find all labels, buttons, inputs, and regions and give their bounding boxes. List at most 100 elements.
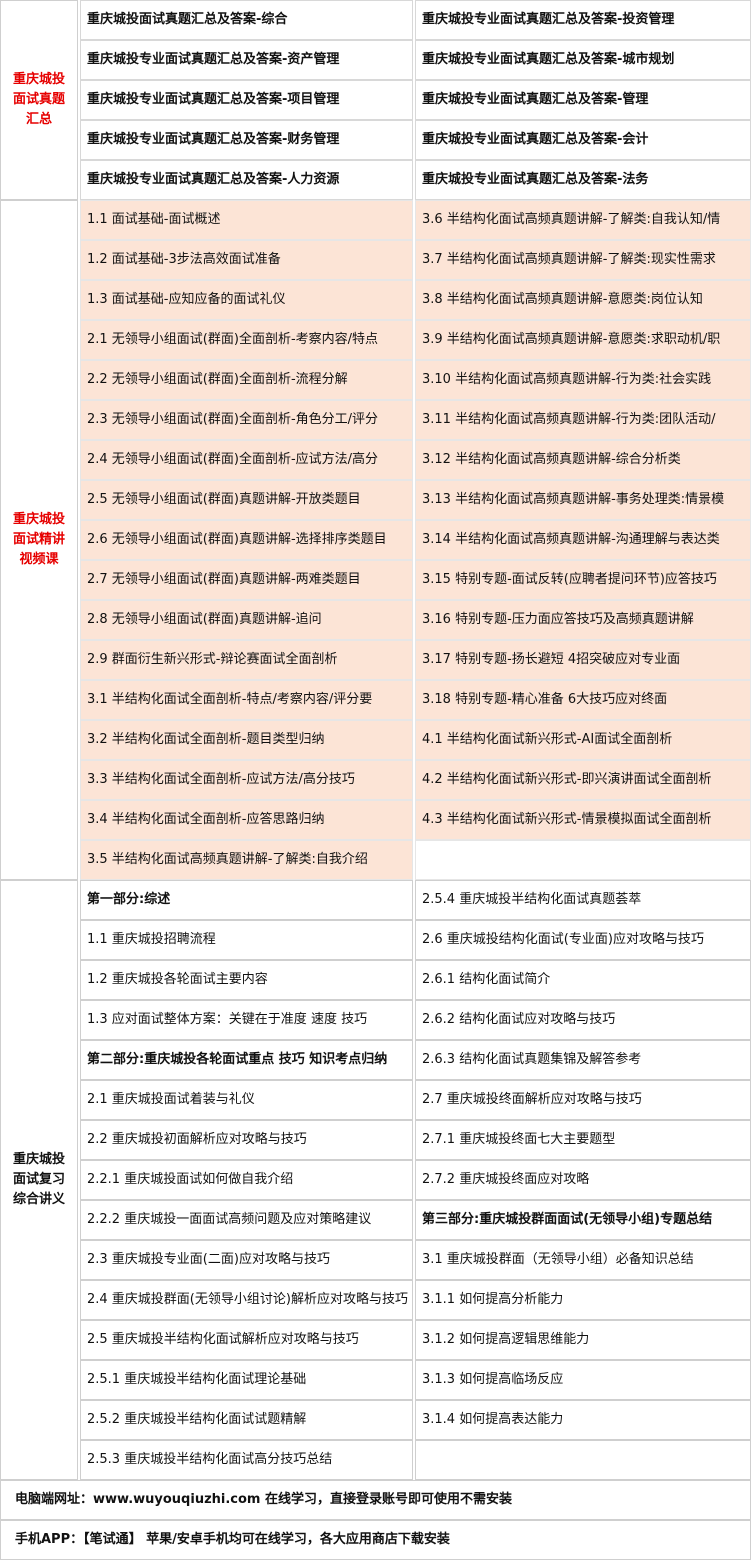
table-row: 2.2.1 重庆城投面试如何做自我介绍 2.7.2 重庆城投终面应对攻略 (78, 1160, 751, 1200)
course-item-link[interactable]: 2.6 重庆城投结构化面试(专业面)应对攻略与技巧 (415, 920, 751, 960)
course-item-link[interactable]: 重庆城投专业面试真题汇总及答案-资产管理 (80, 40, 413, 80)
course-item-link[interactable]: 2.5.2 重庆城投半结构化面试试题精解 (80, 1400, 413, 1440)
course-item-link[interactable]: 1.2 面试基础-3步法高效面试准备 (80, 240, 413, 280)
course-item-link[interactable]: 1.2 重庆城投各轮面试主要内容 (80, 960, 413, 1000)
table-row: 2.5 重庆城投半结构化面试解析应对攻略与技巧 3.1.2 如何提高逻辑思维能力 (78, 1320, 751, 1360)
table-row: 2.6 无领导小组面试(群面)真题讲解-选择排序类题目 3.14 半结构化面试高频… (78, 520, 751, 560)
course-item-link[interactable]: 3.1.3 如何提高临场反应 (415, 1360, 751, 1400)
course-item-link[interactable]: 2.7.1 重庆城投终面七大主要题型 (415, 1120, 751, 1160)
course-item-link[interactable]: 2.2.1 重庆城投面试如何做自我介绍 (80, 1160, 413, 1200)
course-item-link[interactable]: 3.5 半结构化面试高频真题讲解-了解类:自我介绍 (80, 840, 413, 880)
course-item-link[interactable]: 2.6 无领导小组面试(群面)真题讲解-选择排序类题目 (80, 520, 413, 560)
course-item-link[interactable]: 3.1.2 如何提高逻辑思维能力 (415, 1320, 751, 1360)
course-item-link[interactable]: 3.8 半结构化面试高频真题讲解-意愿类:岗位认知 (415, 280, 751, 320)
course-item-link[interactable]: 3.15 特别专题-面试反转(应聘者提问环节)应答技巧 (415, 560, 751, 600)
course-item-link[interactable]: 3.6 半结构化面试高频真题讲解-了解类:自我认知/情 (415, 200, 751, 240)
table-row: 2.9 群面衍生新兴形式-辩论赛面试全面剖析 3.17 特别专题-扬长避短 4招突… (78, 640, 751, 680)
course-item-link[interactable]: 重庆城投专业面试真题汇总及答案-项目管理 (80, 80, 413, 120)
course-item-link[interactable]: 2.5.1 重庆城投半结构化面试理论基础 (80, 1360, 413, 1400)
course-item-link[interactable]: 2.3 无领导小组面试(群面)全面剖析-角色分工/评分 (80, 400, 413, 440)
section-notes-list: 第一部分:综述 2.5.4 重庆城投半结构化面试真题荟萃 1.1 重庆城投招聘流程 2… (78, 880, 751, 1480)
course-item-link[interactable]: 重庆城投专业面试真题汇总及答案-投资管理 (415, 0, 751, 40)
section-video-list: 1.1 面试基础-面试概述 3.6 半结构化面试高频真题讲解-了解类:自我认知/情… (78, 200, 751, 880)
course-item-link[interactable]: 3.16 特别专题-压力面应答技巧及高频真题讲解 (415, 600, 751, 640)
course-item-link[interactable]: 3.12 半结构化面试高频真题讲解-综合分析类 (415, 440, 751, 480)
course-item-link[interactable]: 3.10 半结构化面试高频真题讲解-行为类:社会实践 (415, 360, 751, 400)
course-item-link[interactable]: 重庆城投专业面试真题汇总及答案-财务管理 (80, 120, 413, 160)
course-item-link[interactable]: 4.2 半结构化面试新兴形式-即兴演讲面试全面剖析 (415, 760, 751, 800)
course-item-link[interactable]: 2.6.2 结构化面试应对攻略与技巧 (415, 1000, 751, 1040)
course-item-link[interactable]: 2.7 无领导小组面试(群面)真题讲解-两难类题目 (80, 560, 413, 600)
course-item-link[interactable]: 重庆城投专业面试真题汇总及答案-人力资源 (80, 160, 413, 200)
table-row: 2.8 无领导小组面试(群面)真题讲解-追问 3.16 特别专题-压力面应答技巧及… (78, 600, 751, 640)
course-item-link[interactable]: 2.2 重庆城投初面解析应对攻略与技巧 (80, 1120, 413, 1160)
table-row: 3.4 半结构化面试全面剖析-应答思路归纳 4.3 半结构化面试新兴形式-情景模拟… (78, 800, 751, 840)
table-row: 1.1 重庆城投招聘流程 2.6 重庆城投结构化面试(专业面)应对攻略与技巧 (78, 920, 751, 960)
section-label-notes: 重庆城投 面试复习 综合讲义 (0, 880, 78, 1480)
course-item-link[interactable]: 2.3 重庆城投专业面(二面)应对攻略与技巧 (80, 1240, 413, 1280)
course-item-link[interactable]: 3.3 半结构化面试全面剖析-应试方法/高分技巧 (80, 760, 413, 800)
table-row: 3.3 半结构化面试全面剖析-应试方法/高分技巧 4.2 半结构化面试新兴形式-即… (78, 760, 751, 800)
course-item-link[interactable]: 2.1 重庆城投面试着装与礼仪 (80, 1080, 413, 1120)
course-item-link[interactable]: 4.3 半结构化面试新兴形式-情景模拟面试全面剖析 (415, 800, 751, 840)
course-item-link[interactable]: 2.5 重庆城投半结构化面试解析应对攻略与技巧 (80, 1320, 413, 1360)
course-item-link[interactable]: 2.4 重庆城投群面(无领导小组讨论)解析应对攻略与技巧 (80, 1280, 413, 1320)
course-item-link[interactable]: 3.1.1 如何提高分析能力 (415, 1280, 751, 1320)
course-item-link[interactable]: 2.2 无领导小组面试(群面)全面剖析-流程分解 (80, 360, 413, 400)
course-item-link[interactable]: 重庆城投专业面试真题汇总及答案-法务 (415, 160, 751, 200)
course-item-link[interactable]: 3.14 半结构化面试高频真题讲解-沟通理解与表达类 (415, 520, 751, 560)
table-row: 重庆城投专业面试真题汇总及答案-项目管理 重庆城投专业面试真题汇总及答案-管理 (78, 80, 751, 120)
course-item-link[interactable]: 重庆城投专业面试真题汇总及答案-管理 (415, 80, 751, 120)
course-item-link[interactable]: 2.1 无领导小组面试(群面)全面剖析-考察内容/特点 (80, 320, 413, 360)
course-item-link[interactable]: 2.5.4 重庆城投半结构化面试真题荟萃 (415, 880, 751, 920)
course-item-link[interactable]: 2.8 无领导小组面试(群面)真题讲解-追问 (80, 600, 413, 640)
course-item-link[interactable]: 3.18 特别专题-精心准备 6大技巧应对终面 (415, 680, 751, 720)
course-item-link[interactable]: 3.2 半结构化面试全面剖析-题目类型归纳 (80, 720, 413, 760)
course-item-link[interactable]: 第三部分:重庆城投群面面试(无领导小组)专题总结 (415, 1200, 751, 1240)
course-item-link[interactable]: 第一部分:综述 (80, 880, 413, 920)
course-item-link[interactable]: 1.3 面试基础-应知应备的面试礼仪 (80, 280, 413, 320)
table-row: 2.2.2 重庆城投一面面试高频问题及应对策略建议 第三部分:重庆城投群面面试(无… (78, 1200, 751, 1240)
course-item-link[interactable]: 2.5 无领导小组面试(群面)真题讲解-开放类题目 (80, 480, 413, 520)
course-item-link[interactable]: 3.17 特别专题-扬长避短 4招突破应对专业面 (415, 640, 751, 680)
course-catalog-table: 重庆城投 面试真题 汇总 重庆城投面试真题汇总及答案-综合 重庆城投专业面试真题汇… (0, 0, 751, 1560)
course-item-link[interactable]: 2.2.2 重庆城投一面面试高频问题及应对策略建议 (80, 1200, 413, 1240)
course-item-link[interactable]: 2.5.3 重庆城投半结构化面试高分技巧总结 (80, 1440, 413, 1480)
table-row: 2.4 重庆城投群面(无领导小组讨论)解析应对攻略与技巧 3.1.1 如何提高分析… (78, 1280, 751, 1320)
table-row: 1.2 面试基础-3步法高效面试准备 3.7 半结构化面试高频真题讲解-了解类:现… (78, 240, 751, 280)
course-item-link[interactable]: 重庆城投面试真题汇总及答案-综合 (80, 0, 413, 40)
course-item-link[interactable]: 2.7.2 重庆城投终面应对攻略 (415, 1160, 751, 1200)
course-item-link[interactable]: 3.13 半结构化面试高频真题讲解-事务处理类:情景模 (415, 480, 751, 520)
course-item-link[interactable]: 2.4 无领导小组面试(群面)全面剖析-应试方法/高分 (80, 440, 413, 480)
table-row: 3.2 半结构化面试全面剖析-题目类型归纳 4.1 半结构化面试新兴形式-AI面试… (78, 720, 751, 760)
course-item-link[interactable]: 1.1 重庆城投招聘流程 (80, 920, 413, 960)
course-item-link[interactable]: 3.9 半结构化面试高频真题讲解-意愿类:求职动机/职 (415, 320, 751, 360)
table-row: 1.1 面试基础-面试概述 3.6 半结构化面试高频真题讲解-了解类:自我认知/情 (78, 200, 751, 240)
course-item-link[interactable]: 2.9 群面衍生新兴形式-辩论赛面试全面剖析 (80, 640, 413, 680)
course-item-link[interactable]: 重庆城投专业面试真题汇总及答案-会计 (415, 120, 751, 160)
table-row: 2.4 无领导小组面试(群面)全面剖析-应试方法/高分 3.12 半结构化面试高频… (78, 440, 751, 480)
course-item-link[interactable]: 2.6.1 结构化面试简介 (415, 960, 751, 1000)
table-row: 3.5 半结构化面试高频真题讲解-了解类:自我介绍 (78, 840, 751, 880)
course-item-link[interactable]: 第二部分:重庆城投各轮面试重点 技巧 知识考点归纳 (80, 1040, 413, 1080)
course-item-link[interactable]: 3.7 半结构化面试高频真题讲解-了解类:现实性需求 (415, 240, 751, 280)
course-item-link[interactable]: 1.3 应对面试整体方案：关键在于准度 速度 技巧 (80, 1000, 413, 1040)
course-item-link[interactable]: 3.1 半结构化面试全面剖析-特点/考察内容/评分要 (80, 680, 413, 720)
course-item-link[interactable]: 3.11 半结构化面试高频真题讲解-行为类:团队活动/ (415, 400, 751, 440)
course-item-link[interactable]: 重庆城投专业面试真题汇总及答案-城市规划 (415, 40, 751, 80)
table-row: 3.1 半结构化面试全面剖析-特点/考察内容/评分要 3.18 特别专题-精心准备… (78, 680, 751, 720)
course-item-link[interactable]: 2.7 重庆城投终面解析应对攻略与技巧 (415, 1080, 751, 1120)
course-item-link[interactable]: 4.1 半结构化面试新兴形式-AI面试全面剖析 (415, 720, 751, 760)
course-item-link[interactable]: 2.6.3 结构化面试真题集锦及解答参考 (415, 1040, 751, 1080)
footer-web-url[interactable]: 电脑端网址：www.wuyouqiuzhi.com 在线学习，直接登录账号即可使… (0, 1480, 751, 1520)
table-row: 2.7 无领导小组面试(群面)真题讲解-两难类题目 3.15 特别专题-面试反转(… (78, 560, 751, 600)
course-item-link[interactable]: 3.1 重庆城投群面（无领导小组）必备知识总结 (415, 1240, 751, 1280)
course-item-link[interactable]: 3.4 半结构化面试全面剖析-应答思路归纳 (80, 800, 413, 840)
section-label-video: 重庆城投 面试精讲 视频课 (0, 200, 78, 880)
course-item-link[interactable]: 1.1 面试基础-面试概述 (80, 200, 413, 240)
table-row: 2.2 无领导小组面试(群面)全面剖析-流程分解 3.10 半结构化面试高频真题讲… (78, 360, 751, 400)
section-interview-questions: 重庆城投 面试真题 汇总 重庆城投面试真题汇总及答案-综合 重庆城投专业面试真题汇… (0, 0, 751, 200)
course-item-link[interactable]: 3.1.4 如何提高表达能力 (415, 1400, 751, 1440)
empty-cell (415, 840, 751, 880)
table-row: 重庆城投专业面试真题汇总及答案-资产管理 重庆城投专业面试真题汇总及答案-城市规划 (78, 40, 751, 80)
